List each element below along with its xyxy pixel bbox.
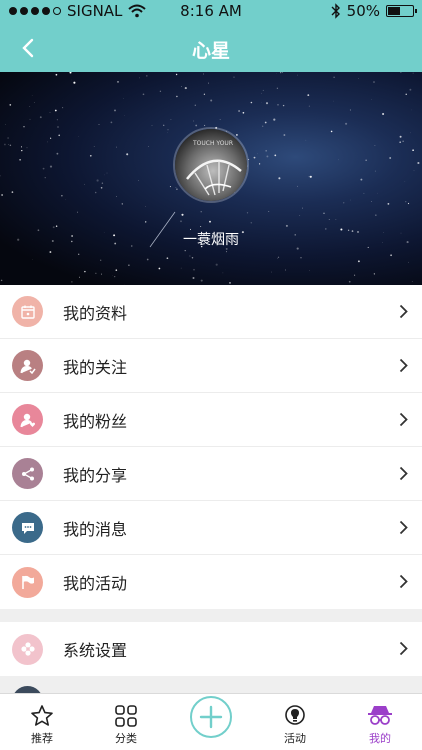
profile-header: TOUCH YOUR 一蓑烟雨 [0, 72, 422, 285]
battery-percent: 50% [346, 2, 380, 20]
menu-item-label: 我的粉丝 [63, 411, 128, 431]
menu-item-0[interactable]: 我的资料 [0, 285, 422, 339]
tab-label: 我的 [369, 732, 391, 745]
chevron-right-icon [399, 466, 408, 481]
menu-item-2[interactable]: 我的粉丝 [0, 393, 422, 447]
menu-item-label: 我的分享 [63, 465, 128, 485]
menu-item-5[interactable]: 我的活动 [0, 555, 422, 609]
screen: SIGNAL 8:16 AM 50% 心星 TOUCH YOUR 一蓑烟雨 我的… [0, 0, 422, 750]
chevron-right-icon [399, 641, 408, 656]
bluetooth-icon [331, 3, 340, 19]
chevron-right-icon [399, 304, 408, 319]
tab-category[interactable]: 分类 [84, 694, 168, 750]
menu-item-1[interactable]: 我的关注 [0, 339, 422, 393]
person-check-icon [12, 350, 43, 381]
tab-mine[interactable]: 我的 [338, 694, 422, 750]
menu-item-label: 我的资料 [63, 303, 128, 323]
chevron-right-icon [399, 520, 408, 535]
menu-item-4[interactable]: 我的消息 [0, 501, 422, 555]
page-title: 心星 [191, 40, 230, 62]
tab-label: 推荐 [31, 732, 53, 745]
plus-icon [199, 705, 223, 729]
menu-item-label: 我的消息 [63, 519, 128, 539]
svg-text:TOUCH YOUR: TOUCH YOUR [192, 140, 233, 147]
chevron-right-icon [399, 358, 408, 373]
menu-item-label: 我的关注 [63, 357, 128, 377]
grid-icon [115, 705, 137, 727]
tab-recommend[interactable]: 推荐 [0, 694, 84, 750]
calendar-icon [12, 296, 43, 327]
chevron-right-icon [399, 412, 408, 427]
tab-label: 分类 [115, 732, 137, 745]
menu-list: 我的资料我的关注我的粉丝我的分享我的消息我的活动 [0, 285, 422, 609]
tab-label: 活动 [284, 732, 306, 745]
person-heart-icon [12, 404, 43, 435]
chat-bubble-icon [12, 512, 43, 543]
lightbulb-icon [285, 705, 305, 725]
nav-bar: 心星 [0, 24, 422, 72]
avatar[interactable]: TOUCH YOUR [173, 127, 249, 203]
settings-list: 系统设置 [0, 622, 422, 676]
username: 一蓑烟雨 [183, 232, 239, 248]
battery-icon [386, 5, 417, 17]
menu-item-label: 系统设置 [63, 641, 128, 660]
menu-item-3[interactable]: 我的分享 [0, 447, 422, 501]
status-bar: SIGNAL 8:16 AM 50% [0, 0, 422, 24]
glasses-icon [368, 706, 392, 725]
menu-item-label: 我的活动 [63, 574, 128, 593]
flag-icon [12, 566, 43, 598]
star-icon [31, 705, 53, 726]
flower-icon [12, 633, 43, 665]
tab-activity[interactable]: 活动 [253, 694, 337, 750]
chevron-right-icon [399, 574, 408, 589]
add-button[interactable] [190, 696, 232, 738]
status-right: 50% [331, 2, 417, 20]
menu-item-settings[interactable]: 系统设置 [0, 622, 422, 676]
share-icon [12, 458, 43, 489]
